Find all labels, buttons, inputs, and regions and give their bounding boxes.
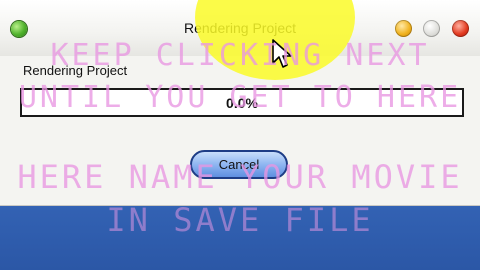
close-icon[interactable] — [452, 20, 469, 37]
maximize-icon[interactable] — [423, 20, 440, 37]
overlay-text-line-2: UNTIL YOU GET TO HERE — [18, 80, 462, 115]
overlay-text-line-1: KEEP CLICKING NEXT — [50, 38, 430, 73]
overlay-text-line-3: HERE NAME YOUR MOVIE — [17, 158, 463, 196]
overlay-text-line-4: IN SAVE FILE — [106, 201, 374, 239]
minimize-icon[interactable] — [395, 20, 412, 37]
